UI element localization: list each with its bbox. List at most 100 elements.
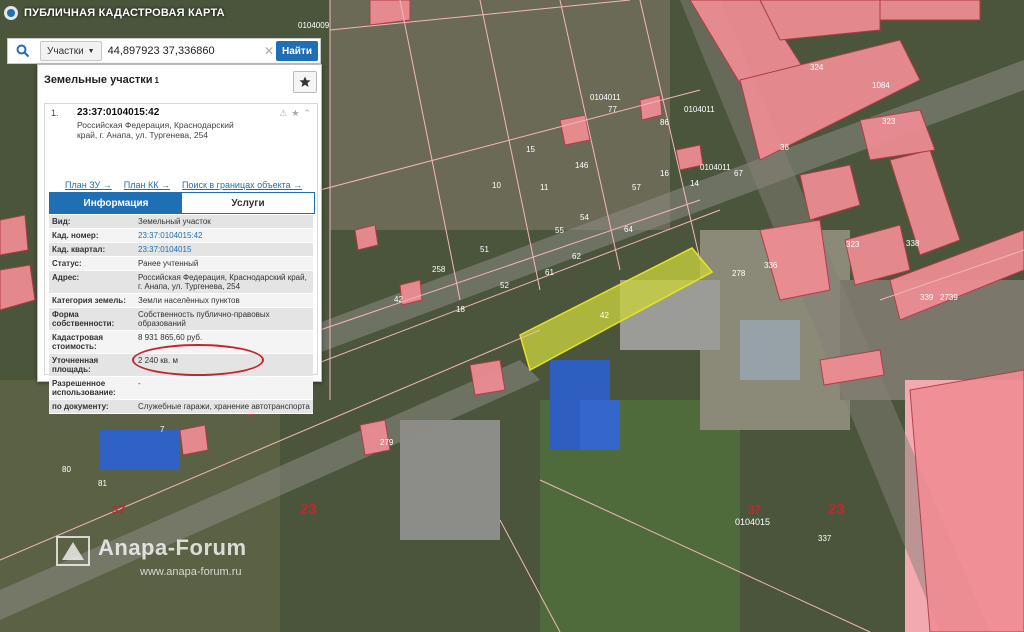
prop-value: Ранее учтенный: [138, 259, 199, 268]
prop-key: Уточненная площадь:: [52, 356, 99, 374]
plan-kk-link[interactable]: План КК →: [124, 180, 170, 190]
prop-value: -: [138, 379, 141, 388]
map-parcel-label: 14: [690, 179, 699, 188]
search-icon[interactable]: [8, 39, 38, 63]
parcel-address: Российская Федерация, Краснодарский край…: [77, 120, 234, 140]
map-parcel-label: 16: [660, 169, 669, 178]
plan-zu-link[interactable]: План ЗУ →: [65, 180, 112, 190]
tab-services[interactable]: Услуги: [182, 193, 314, 213]
map-parcel-label: 324: [810, 63, 824, 72]
map-parcel-label: 0104011: [590, 93, 621, 102]
favorite-star-button[interactable]: [293, 71, 317, 93]
chevron-up-icon[interactable]: ⌃: [303, 108, 311, 119]
prop-value: Российская Федерация, Краснодарский край…: [138, 273, 307, 291]
map-parcel-label: 2739: [940, 293, 958, 302]
prop-row: по документу: Служебные гаражи, хранение …: [49, 400, 313, 414]
map-parcel-label: 278: [732, 269, 746, 278]
clear-icon[interactable]: ✕: [262, 44, 276, 58]
search-bar: Участки ▼ ✕ Найти: [7, 38, 321, 64]
zone-label: 37: [112, 503, 126, 517]
map-parcel-label: 11: [540, 183, 549, 192]
map-parcel-label: 64: [624, 225, 633, 234]
prop-row: Форма собственности: Собственность публич…: [49, 308, 313, 331]
app-title: ПУБЛИЧНАЯ КАДАСТРОВАЯ КАРТА: [0, 0, 225, 26]
card-actions: ⚠ ★ ⌃: [279, 108, 311, 119]
watermark-logo-icon: [56, 536, 90, 566]
prop-value: Собственность публично-правовых образова…: [138, 310, 270, 328]
map-parcel-label: 1084: [872, 81, 890, 90]
prop-key: Статус:: [52, 259, 82, 268]
watermark-name: Anapa-Forum: [98, 535, 247, 560]
object-type-label: Участки: [47, 45, 84, 57]
prop-value-link[interactable]: 23:37:0104015: [135, 243, 313, 256]
parcel-cad-number[interactable]: 23:37:0104015:42: [77, 107, 159, 118]
map-parcel-label: 54: [580, 213, 589, 222]
map-parcel-label: 67: [734, 169, 743, 178]
star-outline-icon[interactable]: ★: [291, 108, 299, 119]
map-parcel-label: 80: [62, 465, 71, 474]
map-parcel-label: 62: [572, 252, 581, 261]
panel-heading: Земельные участки 1: [38, 65, 321, 95]
prop-row: Вид: Земельный участок: [49, 215, 313, 229]
search-input[interactable]: [101, 41, 262, 61]
map-parcel-label: 81: [98, 479, 107, 488]
map-parcel-label: 323: [882, 117, 896, 126]
watermark-url: www.anapa-forum.ru: [140, 566, 242, 578]
map-parcel-label: 7: [160, 425, 165, 434]
rosreestr-logo-icon: [4, 6, 18, 20]
zone-label: 23: [300, 501, 317, 518]
map-parcel-label: 0104011: [700, 163, 731, 172]
card-index: 1.: [51, 108, 59, 118]
prop-key: Кад. номер:: [52, 231, 99, 240]
prop-value: Земли населённых пунктов: [138, 296, 240, 305]
map-parcel-label: 0104011: [684, 105, 715, 114]
prop-value-link[interactable]: 23:37:0104015:42: [135, 229, 313, 242]
prop-key: Кад. квартал:: [52, 245, 106, 254]
find-button[interactable]: Найти: [276, 41, 318, 61]
map-parcel-label: 38: [780, 143, 789, 152]
parcel-card: 1. 23:37:0104015:42 Российская Федерация…: [44, 103, 318, 414]
map-parcel-label: 42: [394, 295, 403, 304]
map-parcel-label: 77: [608, 105, 617, 114]
properties-table: Вид: Земельный участок Кад. номер: 23:37:0…: [49, 215, 313, 414]
map-parcel-label: 61: [545, 268, 554, 277]
warning-icon[interactable]: ⚠: [279, 108, 287, 119]
prop-key: Вид:: [52, 217, 71, 226]
tab-information[interactable]: Информация: [50, 193, 182, 213]
map-parcel-label: 0104009: [298, 21, 330, 30]
prop-key: Форма собственности:: [52, 310, 115, 328]
map-parcel-label: 18: [456, 305, 465, 314]
map-parcel-label: 57: [632, 183, 641, 192]
map-parcel-label: 336: [764, 261, 778, 270]
map-parcel-label: 339: [920, 293, 934, 302]
quarter-label: 0104015: [735, 517, 770, 527]
map-parcel-label: 86: [660, 118, 669, 127]
highlight-circle-annotation: [132, 344, 264, 376]
map-parcel-label: 258: [432, 265, 446, 274]
zone-label: 23: [828, 501, 845, 518]
card-tabs: Информация Услуги: [49, 192, 315, 214]
card-links: План ЗУ → План КК → Поиск в границах объ…: [65, 180, 302, 190]
prop-key: по документу:: [52, 402, 109, 411]
prop-key: Разрешенное использование:: [52, 379, 116, 397]
prop-row: Категория земель: Земли населённых пункто…: [49, 294, 313, 308]
chevron-down-icon: ▼: [87, 47, 95, 55]
prop-row: Адрес: Российская Федерация, Краснодарски…: [49, 271, 313, 294]
prop-value: Служебные гаражи, хранение автотранспорт…: [138, 402, 310, 411]
map-parcel-label: 52: [500, 281, 509, 290]
watermark: Anapa-Forum: [56, 536, 247, 566]
map-parcel-label: 338: [906, 239, 920, 248]
search-in-bounds-link[interactable]: Поиск в границах объекта →: [182, 180, 302, 190]
prop-row: Статус: Ранее учтенный: [49, 257, 313, 271]
panel-heading-text: Земельные участки: [44, 74, 153, 86]
map-parcel-label: 10: [492, 181, 501, 190]
map-parcel-label: 42: [600, 311, 609, 320]
map-parcel-label: 15: [526, 145, 535, 154]
map-parcel-label: 55: [555, 226, 564, 235]
prop-row: Разрешенное использование: -: [49, 377, 313, 400]
map-parcel-label: 146: [575, 161, 589, 170]
prop-key: Кадастровая стоимость:: [52, 333, 104, 351]
object-type-select[interactable]: Участки ▼: [40, 41, 102, 61]
app-title-text: ПУБЛИЧНАЯ КАДАСТРОВАЯ КАРТА: [24, 7, 225, 19]
map-parcel-label: 51: [480, 245, 489, 254]
